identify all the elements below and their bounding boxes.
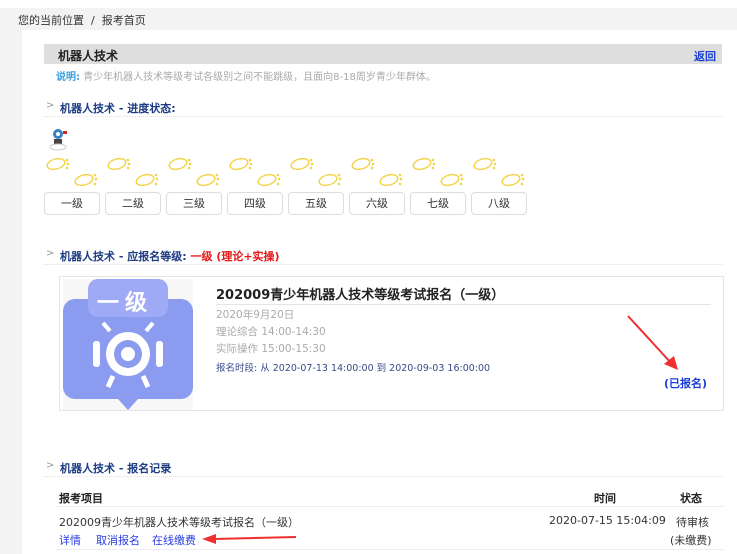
apply-level: 一级: [190, 250, 213, 263]
level-button[interactable]: 八级: [471, 192, 527, 215]
note-label: 说明:: [56, 72, 80, 83]
back-link[interactable]: 返回: [694, 48, 716, 64]
divider: [216, 304, 711, 305]
online-payment-link[interactable]: 在线缴费: [152, 532, 196, 548]
page-title: 机器人技术: [58, 49, 119, 63]
annotation-arrow-icon: [202, 534, 297, 544]
progress-title: 机器人技术 - 进度状态:: [60, 102, 176, 115]
column-header-time: 时间: [594, 492, 616, 505]
exam-practice-time: 实际操作 15:00-15:30: [216, 343, 326, 355]
exam-theory-time: 理论综合 14:00-14:30: [216, 326, 326, 338]
level-button[interactable]: 七级: [410, 192, 466, 215]
footprint-icon: [288, 155, 344, 191]
apply-type: (理论+实操): [216, 250, 280, 263]
chevron-right-icon: >: [46, 248, 55, 259]
details-link[interactable]: 详情: [59, 532, 81, 548]
robot-avatar-icon: [49, 129, 67, 151]
breadcrumb-label: 您的当前位置: [18, 14, 84, 27]
note: 说明: 青少年机器人技术等级考试各级别之间不能跳级，且面向8-18周岁青少年群体…: [56, 68, 436, 83]
footprint-icon: [44, 155, 100, 191]
breadcrumb-bar: 您的当前位置 / 报考首页: [0, 8, 737, 30]
record-item: 202009青少年机器人技术等级考试报名（一级）: [59, 516, 299, 529]
breadcrumb-current[interactable]: 报考首页: [102, 14, 146, 27]
records-section-heading: > 机器人技术 - 报名记录: [44, 459, 724, 477]
footprint-icon: [227, 155, 283, 191]
section-header: 机器人技术 返回: [44, 44, 722, 64]
chevron-right-icon: >: [46, 460, 55, 471]
footprint-icon: [166, 155, 222, 191]
level-button[interactable]: 一级: [44, 192, 100, 215]
apply-section-heading: > 机器人技术 - 应报名等级: 一级 (理论+实操): [44, 247, 724, 265]
footprint-icon: [349, 155, 405, 191]
payment-status: (未缴费): [670, 534, 712, 547]
divider: [56, 549, 724, 550]
note-text: 青少年机器人技术等级考试各级别之间不能跳级，且面向8-18周岁青少年群体。: [83, 72, 436, 83]
annotation-arrow-icon: [627, 315, 678, 370]
level-button[interactable]: 五级: [288, 192, 344, 215]
records-title: 机器人技术 - 报名记录: [60, 462, 172, 475]
apply-title: 机器人技术 - 应报名等级: 一级 (理论+实操): [60, 248, 280, 264]
cancel-registration-link[interactable]: 取消报名: [96, 532, 140, 548]
exam-date: 2020年9月20日: [216, 309, 295, 321]
chevron-right-icon: >: [46, 100, 55, 111]
exam-title[interactable]: 202009青少年机器人技术等级考试报名（一级）: [216, 284, 504, 303]
registered-status[interactable]: (已报名): [664, 375, 707, 391]
registration-period: 报名时段: 从 2020-07-13 14:00:00 到 2020-09-03…: [216, 363, 491, 374]
record-status: 待审核: [676, 516, 709, 529]
left-margin: [0, 30, 22, 554]
record-time: 2020-07-15 15:04:09: [549, 514, 666, 527]
level-button[interactable]: 六级: [349, 192, 405, 215]
level-button[interactable]: 三级: [166, 192, 222, 215]
column-header-status: 状态: [680, 492, 702, 505]
level-badge-image: 一级: [63, 279, 193, 410]
footprint-icon: [105, 155, 161, 191]
divider: [56, 506, 724, 507]
footprint-icon: [471, 155, 527, 191]
level-badge-text: 一级: [97, 291, 154, 316]
level-button[interactable]: 二级: [105, 192, 161, 215]
breadcrumb: 您的当前位置 / 报考首页: [18, 12, 146, 28]
breadcrumb-separator: /: [91, 14, 95, 27]
progress-section-heading: > 机器人技术 - 进度状态:: [44, 99, 724, 117]
footprint-icon: [410, 155, 466, 191]
apply-label: 机器人技术 - 应报名等级:: [60, 250, 187, 263]
level-button[interactable]: 四级: [227, 192, 283, 215]
column-header-item: 报考项目: [59, 492, 103, 505]
